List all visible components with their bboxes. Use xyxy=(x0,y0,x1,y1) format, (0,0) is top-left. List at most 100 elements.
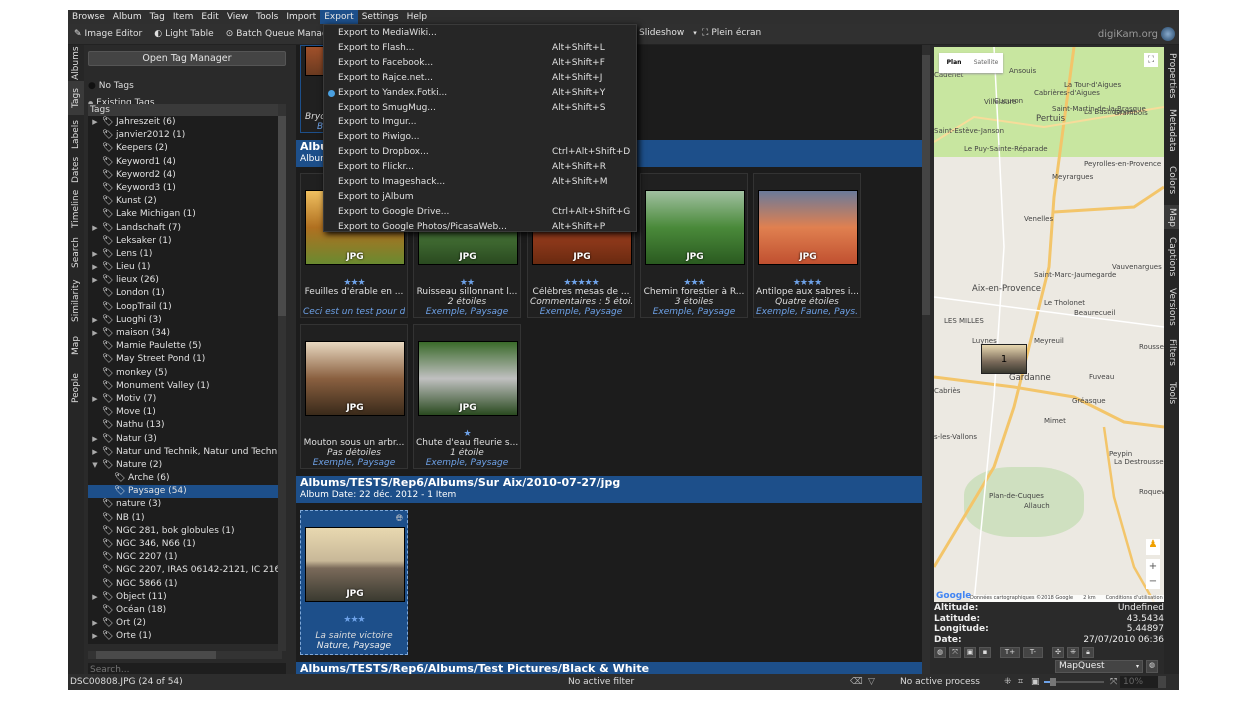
digikam-brand[interactable]: digiKam.org xyxy=(1098,27,1175,41)
tag-tree-item[interactable]: 🏷︎ Keepers (2) xyxy=(88,142,282,155)
menu-tools[interactable]: Tools xyxy=(252,10,282,24)
image-editor-button[interactable]: ✎ Image Editor xyxy=(68,29,148,39)
tag-tree-item[interactable]: ▶ 🏷︎ Lens (1) xyxy=(88,248,282,261)
lock-icon[interactable]: 🔒︎ xyxy=(1082,647,1094,658)
tab-dates[interactable]: Dates xyxy=(68,155,84,185)
tag-tree-item[interactable]: ▶ 🏷︎ Object (11) xyxy=(88,591,282,604)
tag-tree-item[interactable]: 🏷︎ May Street Pond (1) xyxy=(88,353,282,366)
tab-timeline[interactable]: Timeline xyxy=(68,185,84,233)
menu-import[interactable]: Import xyxy=(282,10,320,24)
tag-tree-item[interactable]: 🏷︎ NGC 5866 (1) xyxy=(88,578,282,591)
zoom-slider[interactable] xyxy=(1044,678,1104,686)
tab-map[interactable]: Map xyxy=(68,329,84,363)
zoom-in-button[interactable]: + xyxy=(1146,559,1160,574)
tab-people[interactable]: People xyxy=(68,363,84,413)
tag-tree-item[interactable]: 🏷︎ NGC 281, bok globules (1) xyxy=(88,525,282,538)
tab-colors[interactable]: Colors xyxy=(1164,157,1179,203)
rating-stars[interactable]: ★★★ xyxy=(301,615,407,625)
item-tags[interactable]: Exemple, Paysage xyxy=(530,307,632,317)
tag-tree-item[interactable]: 🏷︎ Kunst (2) xyxy=(88,195,282,208)
zoom-input[interactable]: 10% xyxy=(1120,676,1158,688)
tags-horizontal-scrollbar[interactable] xyxy=(88,651,282,659)
tag-tree-item[interactable]: ▶ 🏷︎ Ort (2) xyxy=(88,617,282,630)
expand-arrow-icon[interactable]: ▶ xyxy=(90,116,100,129)
tag-tree-item[interactable]: 🏷︎ Mamie Paulette (5) xyxy=(88,340,282,353)
globe-settings-icon[interactable]: ◍ xyxy=(1146,660,1158,673)
menu-item[interactable]: Item xyxy=(169,10,198,24)
tag-tree-item[interactable]: ▶ 🏷︎ Orte (1) xyxy=(88,630,282,643)
tab-tags[interactable]: Tags xyxy=(68,81,84,115)
tag-tree-item[interactable]: 🏷︎ Paysage (54) xyxy=(88,485,282,499)
tag-tree-item[interactable]: ▶ 🏷︎ maison (34) xyxy=(88,327,282,340)
zoom-fit-icon[interactable]: ⁜ xyxy=(1004,674,1012,690)
menu-edit[interactable]: Edit xyxy=(197,10,222,24)
export-menu-item[interactable]: Export to Dropbox... Ctrl+Alt+Shift+D xyxy=(338,145,630,160)
tag-tree-item[interactable]: ▶ 🏷︎ Jahreszeit (6) xyxy=(88,116,282,129)
export-menu-item[interactable]: Export to Facebook... Alt+Shift+F xyxy=(338,56,630,71)
zoom-dropdown[interactable] xyxy=(1158,676,1166,688)
expand-arrow-icon[interactable]: ▶ xyxy=(90,327,100,340)
export-menu-item[interactable]: Export to Piwigo... xyxy=(338,130,630,145)
export-menu-item[interactable]: Export to Flickr... Alt+Shift+R xyxy=(338,160,630,175)
map-photo-cluster[interactable]: 1 xyxy=(981,344,1027,374)
export-menu-item[interactable]: Export to SmugMug... Alt+Shift+S xyxy=(338,101,630,116)
collapse-arrow-icon[interactable]: ▼ xyxy=(90,459,100,472)
tag-tree-item[interactable]: 🏷︎ Nathu (13) xyxy=(88,419,282,432)
tag-tree-item[interactable]: ▶ 🏷︎ Landschaft (7) xyxy=(88,222,282,235)
expand-arrow-icon[interactable]: ▶ xyxy=(90,222,100,235)
menu-help[interactable]: Help xyxy=(403,10,432,24)
expand-arrow-icon[interactable]: ▶ xyxy=(90,617,100,630)
pegman-icon[interactable]: ♟ xyxy=(1146,539,1160,555)
export-menu-item[interactable]: Export to Yandex.Fotki... Alt+Shift+Y xyxy=(328,85,630,101)
menu-album[interactable]: Album xyxy=(109,10,146,24)
tag-tree-item[interactable]: 🏷︎ Keyword3 (1) xyxy=(88,182,282,195)
tag-tree-item[interactable]: 🏷︎ monkey (5) xyxy=(88,367,282,380)
item-tags[interactable]: Exemple, Paysage xyxy=(416,307,518,317)
item-tags[interactable]: Ceci est un test pour d... xyxy=(303,307,405,317)
item-tags[interactable]: Exemple, Paysage xyxy=(416,458,518,468)
zoom-fit-icon[interactable]: ⤧ xyxy=(949,647,961,658)
menu-settings[interactable]: Settings xyxy=(358,10,403,24)
tag-tree-item[interactable]: 🏷︎ Leksaker (1) xyxy=(88,235,282,248)
export-menu-item[interactable]: Export to MediaWiki... xyxy=(338,26,630,41)
terms-link[interactable]: Conditions d'utilisation xyxy=(1106,595,1163,602)
tab-versions[interactable]: Versions xyxy=(1164,285,1179,329)
tag-tree-item[interactable]: 🏷︎ Océan (18) xyxy=(88,604,282,617)
menu-tag[interactable]: Tag xyxy=(146,10,169,24)
map-provider-select[interactable]: MapQuest ▾ xyxy=(1055,660,1143,673)
item-tags[interactable]: Exemple, Faune, Pays... xyxy=(756,307,858,317)
cluster-icon[interactable]: ⁜ xyxy=(1067,647,1079,658)
export-menu-item[interactable]: Export to jAlbum xyxy=(338,190,630,205)
tab-metadata[interactable]: Metadata xyxy=(1164,105,1179,155)
expand-arrow-icon[interactable]: ▶ xyxy=(90,274,100,287)
export-menu-item[interactable]: Export to Rajce.net... Alt+Shift+J xyxy=(338,71,630,86)
zoom-max-icon[interactable]: ⤧ xyxy=(1110,674,1117,690)
tag-tree-item[interactable]: 🏷︎ Move (1) xyxy=(88,406,282,419)
expand-arrow-icon[interactable]: ▶ xyxy=(90,446,100,459)
tag-tree-item[interactable]: 🏷︎ nature (3) xyxy=(88,498,282,511)
frame-icon[interactable]: ▣ xyxy=(964,647,976,658)
tab-similarity[interactable]: Similarity xyxy=(68,273,84,329)
tag-tree-item[interactable]: ▶ 🏷︎ lieux (26) xyxy=(88,274,282,287)
tab-labels[interactable]: Labels xyxy=(68,115,84,155)
tag-tree-item[interactable]: ▶ 🏷︎ Motiv (7) xyxy=(88,393,282,406)
expand-arrow-icon[interactable]: ▶ xyxy=(90,261,100,274)
open-tag-manager-button[interactable]: Open Tag Manager xyxy=(88,51,286,66)
tag-tree-item[interactable]: 🏷︎ Monument Valley (1) xyxy=(88,380,282,393)
tag-tree-item[interactable]: 🏷︎ NGC 2207 (1) xyxy=(88,551,282,564)
tag-tree-item[interactable]: 🏷︎ Keyword2 (4) xyxy=(88,169,282,182)
expand-arrow-icon[interactable]: ▶ xyxy=(90,393,100,406)
export-menu-item[interactable]: Export to Google Drive... Ctrl+Alt+Shift+… xyxy=(338,205,630,220)
zoom-out-button[interactable]: − xyxy=(1146,574,1160,589)
tag-tree-item[interactable]: 🏷︎ NGC 346, N66 (1) xyxy=(88,538,282,551)
fullscreen-button[interactable]: ⛶ Plein écran xyxy=(696,28,767,38)
thumbnail-item[interactable]: JPG ★★★ Chemin forestier à R... 3 étoiles Ex… xyxy=(640,173,748,318)
image-icon[interactable]: ▪ xyxy=(979,647,991,658)
tag-tree-item[interactable]: 🏷︎ NGC 2207, IRAS 06142-2121, IC 2163 xyxy=(88,564,282,577)
tag-tree-item[interactable]: ▶ 🏷︎ Lieu (1) xyxy=(88,261,282,274)
menu-export[interactable]: Export xyxy=(320,10,358,24)
no-tags-radio[interactable]: ● No Tags xyxy=(88,81,134,91)
satellite-tab[interactable]: Satellite xyxy=(969,53,1003,73)
tab-filters[interactable]: Filters xyxy=(1164,331,1179,373)
plan-tab[interactable]: Plan xyxy=(939,53,969,73)
